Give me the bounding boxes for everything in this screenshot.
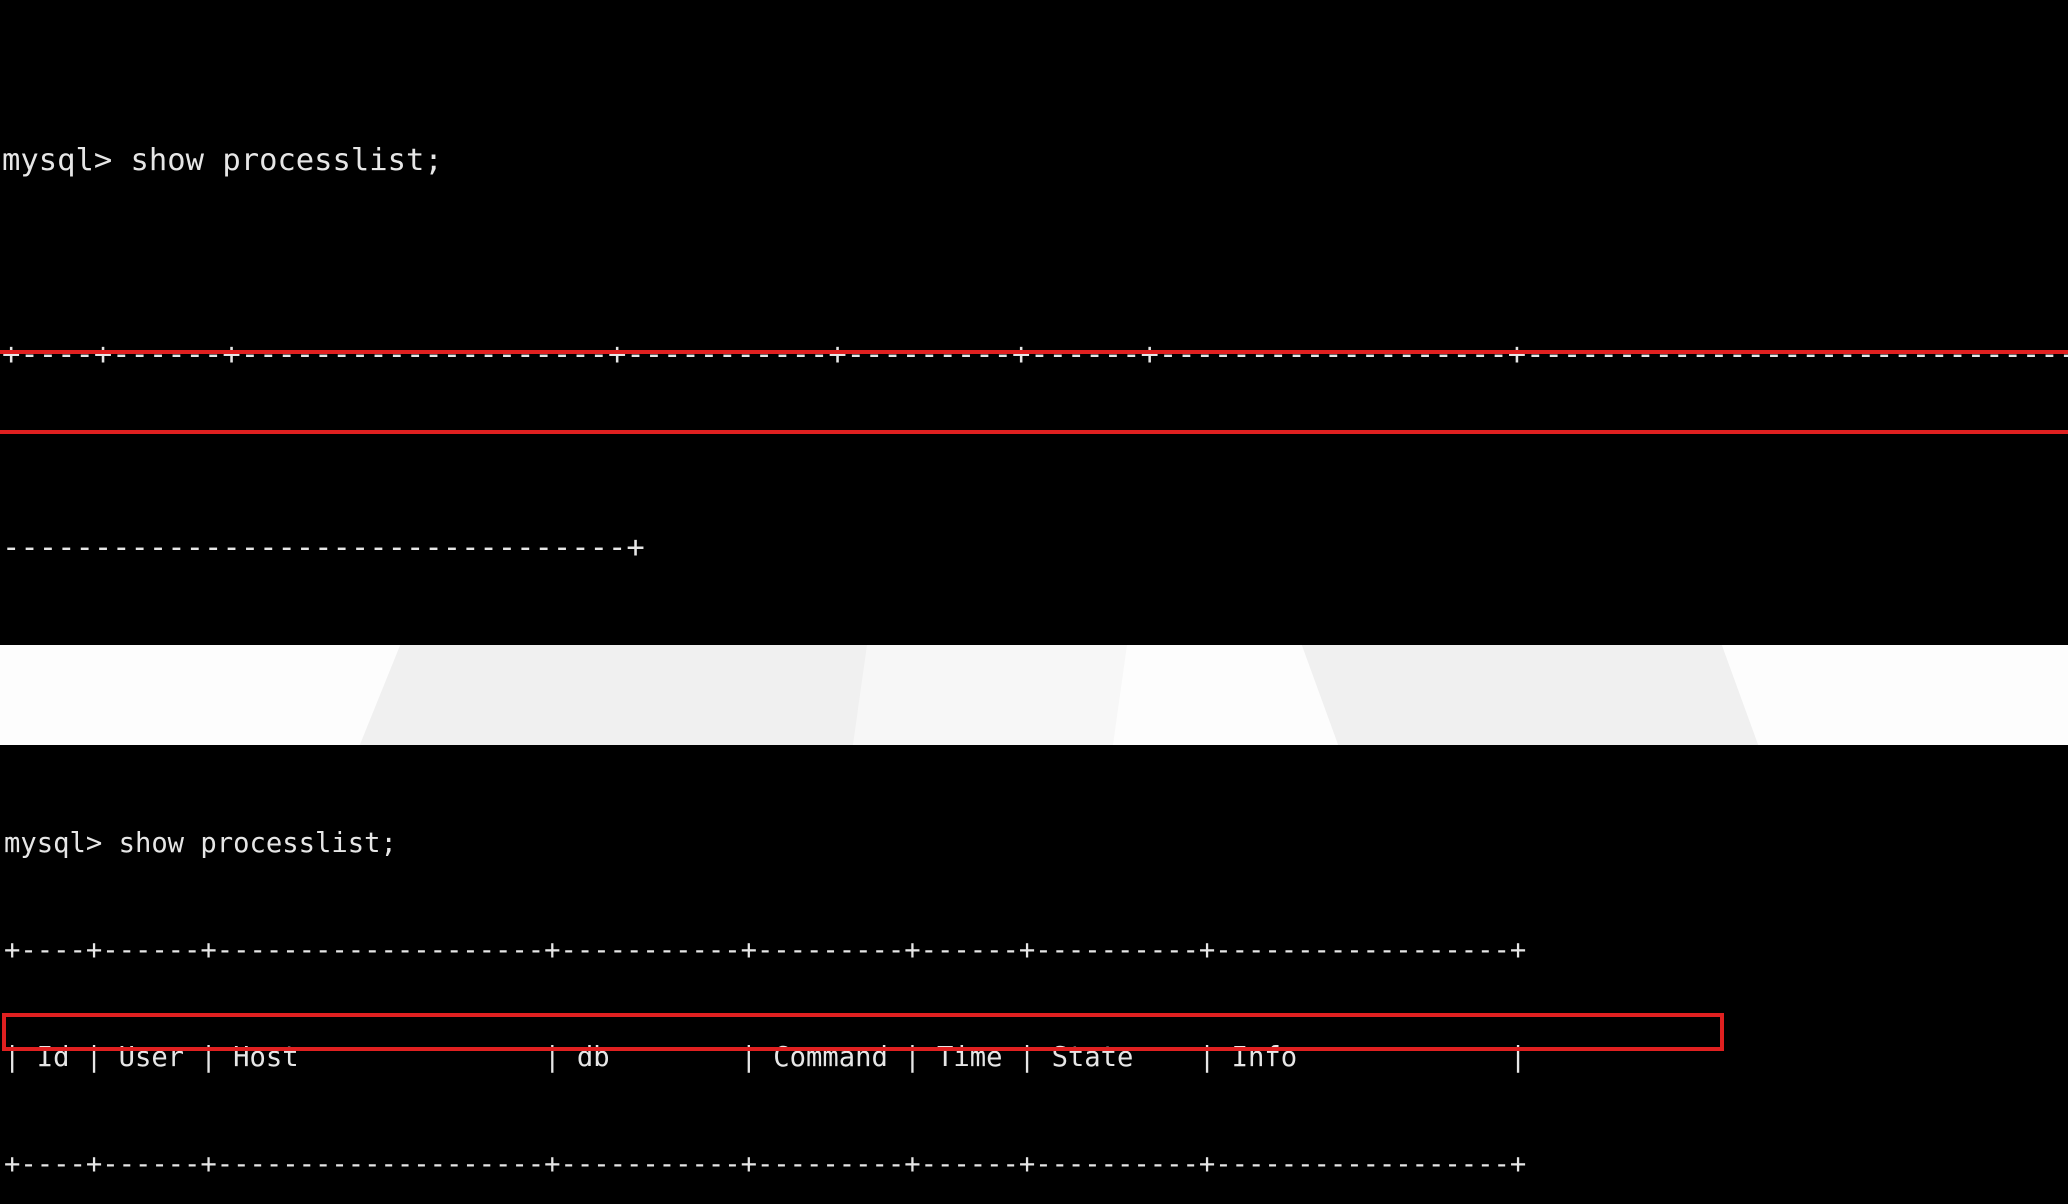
- separator-shade-right: [1301, 645, 1759, 745]
- prompt-line: mysql> show processlist;: [4, 828, 397, 860]
- prompt-line: mysql> show processlist;: [2, 143, 443, 178]
- pane-separator: [0, 645, 2068, 745]
- table-border-top-b: ----------------------------------+: [2, 530, 645, 565]
- table-header: | Id | User | Host | db | Command | Time…: [4, 1041, 1527, 1073]
- table-border-mid: +----+------+--------------------+------…: [4, 1148, 1527, 1180]
- terminal-output-before: mysql> show processlist; +----+------+--…: [0, 0, 2068, 645]
- table-border-top: +----+------+--------------------+------…: [4, 934, 1527, 966]
- separator-shade-center: [852, 645, 1128, 745]
- screenshot-root: mysql> show processlist; +----+------+--…: [0, 0, 2068, 1204]
- terminal-pane-before[interactable]: mysql> show processlist; +----+------+--…: [0, 0, 2068, 645]
- separator-shade-left: [359, 645, 921, 745]
- table-border-top-a: +----+------+--------------------+------…: [2, 336, 2068, 372]
- terminal-output-after: mysql> show processlist; +----+------+--…: [0, 745, 1526, 1204]
- terminal-pane-after[interactable]: mysql> show processlist; +----+------+--…: [0, 745, 2068, 1204]
